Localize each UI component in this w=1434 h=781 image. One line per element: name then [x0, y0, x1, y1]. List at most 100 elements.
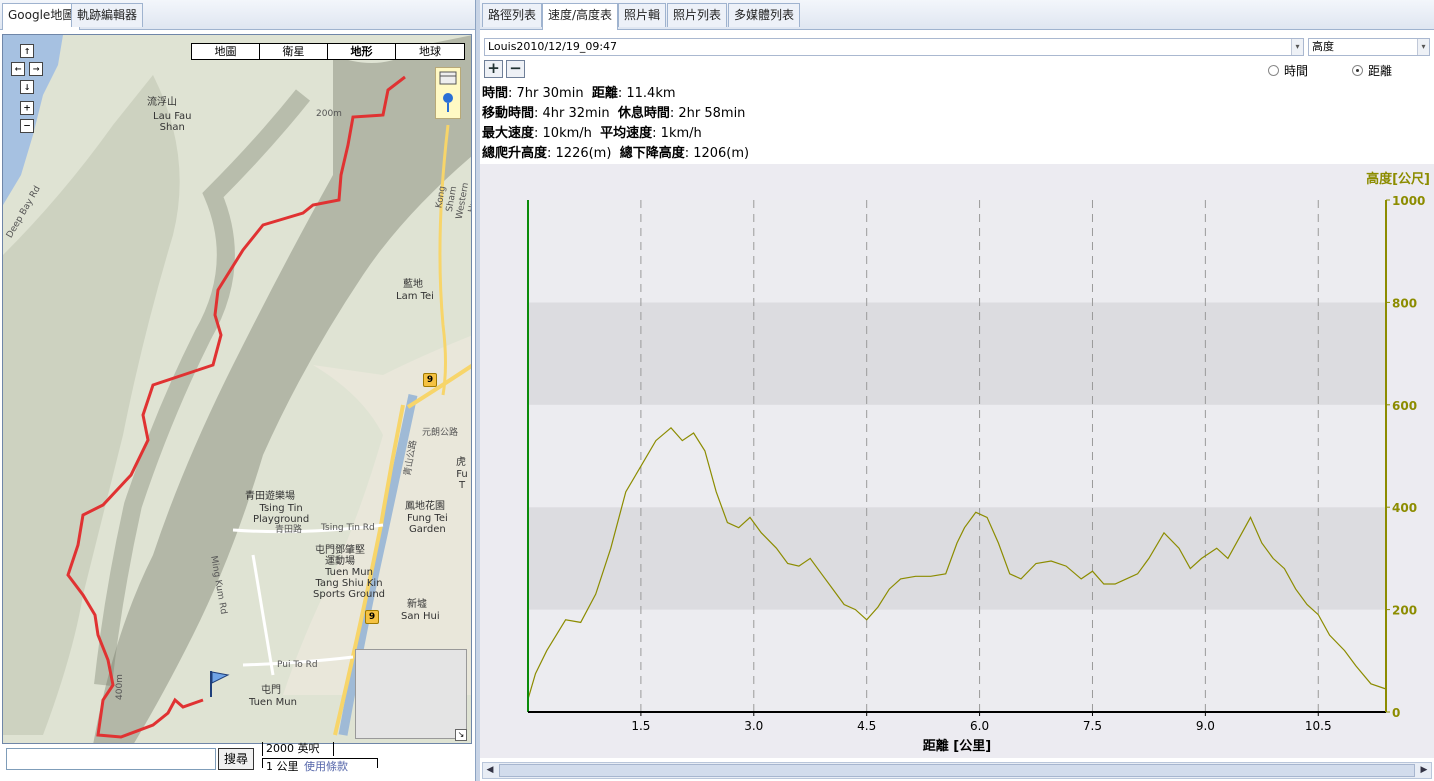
overview-toggle-icon[interactable]: ↘ [455, 729, 467, 741]
x-axis-title: 距離 [公里] [923, 738, 991, 754]
scroll-left-icon[interactable]: ◀ [483, 763, 497, 778]
label-fung-tei-en: Fung Tei Garden [407, 513, 448, 535]
chart-band [528, 404, 1386, 508]
label-contour-400: 400m [115, 674, 125, 700]
x-tick-label: 10.5 [1305, 719, 1332, 733]
stat-time-value: : 7hr 30min [508, 86, 584, 101]
terms-link[interactable]: 使用條款 [304, 758, 348, 774]
pan-left-icon[interactable]: ← [11, 62, 25, 76]
metric-select-value: 高度 [1312, 40, 1334, 53]
tab-speed-altitude[interactable]: 速度/高度表 [542, 3, 619, 30]
pan-down-icon[interactable]: ↓ [20, 80, 34, 94]
label-lam-tei-zh: 藍地 [403, 279, 423, 290]
stat-ascent-label: 總爬升高度 [482, 146, 548, 161]
stat-time-label: 時間 [482, 86, 509, 101]
y-tick-label: 400 [1392, 501, 1417, 515]
chart-band [528, 302, 1386, 405]
label-lam-tei-en: Lam Tei [396, 291, 434, 302]
y-axis-title: 高度[公尺] [1366, 171, 1430, 187]
label-tang-shiu-kin-en: Tuen Mun Tang Shiu Kin Sports Ground [313, 567, 386, 600]
label-san-hui-en: San Hui [401, 611, 440, 622]
ming-kum-road [251, 554, 275, 676]
stat-avg-speed-value: : 1km/h [652, 126, 702, 141]
track-select[interactable]: Louis2010/12/19_09:47 ▾ [484, 38, 1304, 56]
terrain-map[interactable]: 地圖 衛星 地形 地球 ↑ ← → ↓ + − 流浮山 Lau Fau Shan… [2, 34, 472, 744]
stat-distance-label: 距離 [591, 86, 618, 101]
map-canvas [3, 35, 471, 743]
label-lau-fau-shan-en: Lau Fau Shan [153, 111, 192, 133]
route-shield-9: 9 [423, 373, 437, 387]
tab-photo-album[interactable]: 照片輯 [618, 3, 667, 27]
zoom-out-icon[interactable]: − [20, 119, 34, 133]
label-tsing-tin-road-zh: 青田路 [275, 525, 303, 535]
stat-moving-value: : 4hr 32min [534, 106, 610, 121]
label-pui-to-road: Pui To Rd [277, 660, 318, 670]
chart-horizontal-scrollbar[interactable]: ◀ ▶ [482, 762, 1432, 779]
stat-max-speed-value: : 10km/h [534, 126, 592, 141]
chevron-down-icon[interactable]: ▾ [1417, 39, 1429, 55]
map-type-map[interactable]: 地圖 [192, 44, 260, 59]
scroll-right-icon[interactable]: ▶ [1417, 763, 1431, 778]
map-tools-icons [439, 71, 457, 112]
radio-time[interactable]: 時間 [1268, 62, 1308, 79]
tab-media-list[interactable]: 多媒體列表 [728, 3, 801, 27]
map-type-terrain[interactable]: 地形 [328, 44, 396, 59]
map-type-selector: 地圖 衛星 地形 地球 [191, 43, 465, 60]
stat-descent-label: 總下降高度 [619, 146, 685, 161]
x-tick-label: 3.0 [744, 719, 763, 733]
chevron-down-icon[interactable]: ▾ [1291, 39, 1303, 55]
stat-max-speed-label: 最大速度 [482, 126, 535, 141]
flag-icon[interactable] [208, 669, 230, 699]
right-tabbar: 路徑列表 速度/高度表 照片輯 照片列表 多媒體列表 [480, 0, 1434, 30]
map-type-earth[interactable]: 地球 [396, 44, 464, 59]
stat-descent-value: : 1206(m) [684, 146, 750, 161]
metric-select[interactable]: 高度 ▾ [1308, 38, 1430, 56]
label-fung-tei-zh: 鳳地花園 [405, 501, 445, 512]
elevation-chart-svg: 1.5 3.0 4.5 6.0 7.5 9.0 10.5 0 200 400 600 800 1000 高… [480, 164, 1434, 758]
radio-distance-dot [1352, 65, 1363, 76]
elevation-chart[interactable]: 1.5 3.0 4.5 6.0 7.5 9.0 10.5 0 200 400 600 800 1000 高… [480, 164, 1434, 758]
pan-up-icon[interactable]: ↑ [20, 44, 34, 58]
label-contour-200: 200m [316, 109, 342, 119]
track-select-value: Louis2010/12/19_09:47 [488, 40, 618, 53]
map-side-toolbar [435, 67, 461, 119]
tab-track-editor[interactable]: 軌跡編輯器 [71, 3, 144, 27]
x-tick-label: 4.5 [857, 719, 876, 733]
map-search-input[interactable] [6, 748, 216, 770]
label-tuen-mun-zh: 屯門 [261, 685, 281, 696]
right-pane: 路徑列表 速度/高度表 照片輯 照片列表 多媒體列表 Louis2010/12/… [480, 0, 1434, 781]
pan-right-icon[interactable]: → [29, 62, 43, 76]
y-tick-label: 600 [1392, 399, 1417, 413]
map-type-satellite[interactable]: 衛星 [260, 44, 328, 59]
stats-row-time: 時間: 7hr 30min 距離: 11.4km [482, 84, 749, 104]
stat-ascent-value: : 1226(m) [547, 146, 612, 161]
radio-distance[interactable]: 距離 [1352, 62, 1392, 79]
stats-row-moving: 移動時間: 4hr 32min 休息時間: 2hr 58min [482, 104, 749, 124]
track-stats: 時間: 7hr 30min 距離: 11.4km 移動時間: 4hr 32min… [482, 84, 749, 164]
left-tabbar: Google地圖 軌跡編輯器 [0, 0, 475, 30]
stat-avg-speed-label: 平均速度 [600, 126, 653, 141]
label-fu-zh: 虎 [456, 457, 466, 468]
label-tsing-tin-en: Tsing Tin Playground [253, 503, 310, 525]
overview-map[interactable] [355, 649, 467, 739]
scale-bar-feet [262, 742, 334, 756]
x-tick-label: 6.0 [970, 719, 989, 733]
chart-zoom-in-button[interactable]: + [484, 60, 503, 78]
scrollbar-thumb[interactable] [499, 764, 1415, 777]
film-icon[interactable] [439, 71, 457, 85]
chart-band [528, 609, 1386, 712]
label-tsing-tin-road-en: Tsing Tin Rd [321, 523, 375, 533]
pin-icon[interactable] [443, 93, 453, 103]
label-lau-fau-shan-zh: 流浮山 [147, 97, 177, 108]
map-search-button[interactable]: 搜尋 [218, 748, 254, 770]
zoom-in-icon[interactable]: + [20, 101, 34, 115]
chart-band [528, 200, 1386, 303]
label-kong-sham-highway: Kong Sham Western Hwy [434, 181, 472, 221]
radio-time-label: 時間 [1284, 64, 1309, 78]
tab-photo-list[interactable]: 照片列表 [667, 3, 728, 27]
label-tang-shiu-kin-zh: 屯門鄧肇堅 運動場 [315, 545, 365, 567]
chart-band [528, 507, 1386, 610]
tab-route-list[interactable]: 路徑列表 [482, 3, 543, 27]
tab-google-map[interactable]: Google地圖 [2, 3, 81, 30]
chart-zoom-out-button[interactable]: − [506, 60, 525, 78]
